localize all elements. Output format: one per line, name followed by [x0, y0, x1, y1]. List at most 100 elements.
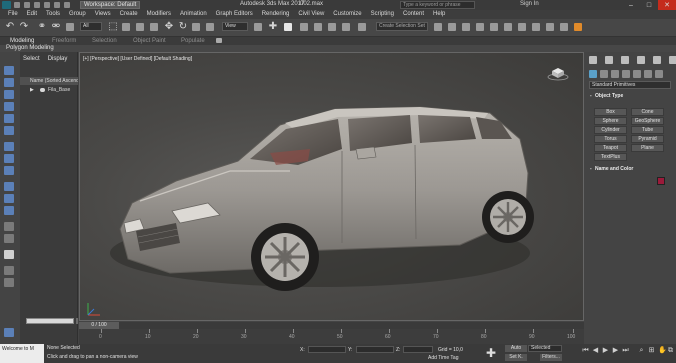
time-slider[interactable]: 0 / 100 [79, 322, 119, 329]
menu-graph-editors[interactable]: Graph Editors [216, 10, 253, 19]
menu-views[interactable]: Views [95, 10, 111, 19]
explorer-scroll-end[interactable] [76, 318, 78, 324]
lights-icon[interactable] [611, 70, 619, 78]
shapes-icon[interactable] [600, 70, 608, 78]
plane-button[interactable]: Plane [631, 144, 664, 152]
menu-file[interactable]: File [8, 10, 18, 19]
cylinder-button[interactable]: Cylinder [594, 126, 627, 134]
zoom-icon[interactable]: ⌕ [638, 347, 645, 354]
render-setup-icon[interactable] [546, 23, 554, 31]
layer-explorer-icon[interactable] [4, 328, 14, 337]
filter-shapes-icon[interactable] [4, 78, 14, 87]
y-coord-field[interactable] [356, 346, 394, 353]
maximize-viewport-icon[interactable]: ⧉ [667, 347, 674, 354]
toggle-scene-explorer-icon[interactable] [462, 23, 470, 31]
select-by-name-icon[interactable] [122, 23, 130, 31]
menu-customize[interactable]: Customize [333, 10, 361, 19]
schematic-view-icon[interactable] [518, 23, 526, 31]
keyboard-shortcut-override-icon[interactable] [284, 23, 292, 31]
explorer-menu-display[interactable]: Display [48, 56, 68, 62]
mirror-icon[interactable] [434, 23, 442, 31]
placement-icon[interactable] [206, 23, 214, 31]
menu-create[interactable]: Create [120, 10, 138, 19]
cone-button[interactable]: Cone [631, 108, 664, 116]
column-header-name[interactable]: Name (Sorted Ascending) [20, 77, 78, 85]
toggle-layer-explorer-icon[interactable] [476, 23, 484, 31]
display-children-icon[interactable] [4, 222, 14, 231]
menu-civil-view[interactable]: Civil View [298, 10, 324, 19]
pyramid-button[interactable]: Pyramid [631, 135, 664, 143]
named-selection-sets-dropdown[interactable]: Create Selection Set [376, 22, 428, 31]
curve-editor-icon[interactable] [504, 23, 512, 31]
reference-coordinate-dropdown[interactable]: View [222, 22, 248, 31]
app-logo-icon[interactable] [2, 1, 11, 9]
textplus-button[interactable]: TextPlus [594, 153, 627, 161]
invert-selection-icon[interactable] [4, 206, 14, 215]
cameras-icon[interactable] [622, 70, 630, 78]
redo-icon[interactable] [54, 2, 60, 8]
tab-object-paint[interactable]: Object Paint [133, 37, 166, 45]
minimize-icon[interactable]: – [622, 0, 640, 10]
x-coord-field[interactable] [308, 346, 346, 353]
pan-view-icon[interactable]: ✋ [658, 347, 667, 354]
previous-frame-icon[interactable]: ◀ [592, 347, 599, 354]
menu-rendering[interactable]: Rendering [262, 10, 290, 19]
filter-lights-icon[interactable] [4, 90, 14, 99]
material-editor-icon[interactable] [532, 23, 540, 31]
auto-key-button[interactable]: Auto [505, 345, 527, 352]
save-file-icon[interactable] [34, 2, 40, 8]
key-filters-button[interactable]: Filters... [540, 354, 562, 361]
object-color-swatch[interactable] [657, 177, 665, 185]
torus-button[interactable]: Torus [594, 135, 627, 143]
project-folder-icon[interactable] [64, 2, 70, 8]
tab-modeling[interactable]: Modeling [10, 37, 34, 45]
zoom-all-icon[interactable]: ⊞ [648, 347, 655, 354]
ribbon-minimize-icon[interactable] [216, 38, 222, 43]
filter-helpers-icon[interactable] [4, 114, 14, 123]
menu-group[interactable]: Group [69, 10, 86, 19]
go-to-start-icon[interactable]: ⏮ [582, 347, 589, 354]
explorer-scrollbar[interactable] [26, 318, 74, 324]
render-production-icon[interactable] [574, 23, 582, 31]
percent-snap-icon[interactable] [328, 23, 336, 31]
utilities-tab-icon[interactable] [669, 56, 676, 64]
helpers-icon[interactable] [633, 70, 641, 78]
align-icon[interactable] [448, 23, 456, 31]
find-icon[interactable] [4, 250, 14, 259]
name-and-color-rollout[interactable]: Name and Color [589, 165, 671, 173]
display-influences-icon[interactable] [4, 234, 14, 243]
list-item[interactable]: ▶ Fila_Base [20, 86, 78, 94]
selection-filter-dropdown[interactable]: All [80, 22, 102, 31]
systems-icon[interactable] [655, 70, 663, 78]
add-time-tag[interactable]: Add Time Tag [428, 355, 458, 361]
toggle-ribbon-icon[interactable] [490, 23, 498, 31]
modify-tab-icon[interactable] [605, 56, 613, 64]
edit-named-sets-icon[interactable] [358, 23, 366, 31]
pivot-center-icon[interactable] [254, 23, 262, 31]
select-manipulate-icon[interactable]: ✚ [268, 22, 278, 32]
teapot-button[interactable]: Teapot [594, 144, 627, 152]
display-tab-icon[interactable] [653, 56, 661, 64]
visibility-icon[interactable] [40, 88, 45, 92]
track-bar[interactable]: 0 10 20 30 40 50 60 70 80 90 100 [79, 329, 584, 344]
maximize-icon[interactable]: □ [640, 0, 658, 10]
space-warps-icon[interactable] [644, 70, 652, 78]
link-icon[interactable]: ⚭ [37, 22, 47, 32]
move-icon[interactable]: ✥ [164, 22, 174, 32]
sphere-button[interactable]: Sphere [594, 117, 627, 125]
menu-help[interactable]: Help [433, 10, 445, 19]
box-button[interactable]: Box [594, 108, 627, 116]
filter-geometry-icon[interactable] [4, 66, 14, 75]
set-key-button[interactable]: Set K. [505, 354, 527, 361]
menu-content[interactable]: Content [403, 10, 424, 19]
go-to-end-icon[interactable]: ⏭ [622, 347, 629, 354]
next-frame-icon[interactable]: ▶ [612, 347, 619, 354]
ribbon-panel-label[interactable]: Polygon Modeling [6, 45, 54, 52]
filter-cameras-icon[interactable] [4, 102, 14, 111]
geosphere-button[interactable]: GeoSphere [631, 117, 664, 125]
tab-freeform[interactable]: Freeform [52, 37, 76, 45]
tube-button[interactable]: Tube [631, 126, 664, 134]
menu-edit[interactable]: Edit [27, 10, 37, 19]
filter-bones-icon[interactable] [4, 166, 14, 175]
geometry-icon[interactable] [589, 70, 597, 78]
